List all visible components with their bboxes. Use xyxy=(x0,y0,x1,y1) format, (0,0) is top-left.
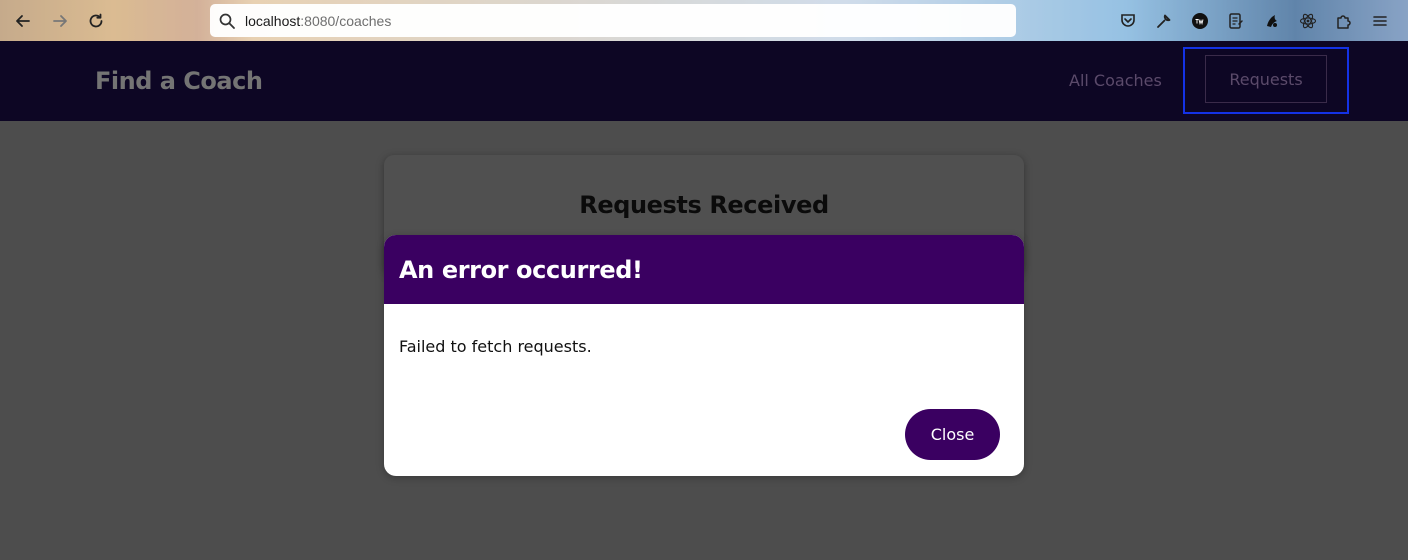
extension-toolbar xyxy=(1110,8,1398,34)
paw-extension-icon[interactable] xyxy=(1254,8,1290,34)
app-header: Find a Coach All Coaches Requests xyxy=(0,41,1408,121)
back-icon[interactable] xyxy=(10,8,36,34)
url-text: localhost:8080/coaches xyxy=(245,13,391,29)
browser-toolbar: localhost:8080/coaches xyxy=(0,0,1408,41)
react-devtools-icon[interactable] xyxy=(1290,8,1326,34)
wrench-icon[interactable] xyxy=(1146,8,1182,34)
close-button[interactable]: Close xyxy=(905,409,1000,460)
url-host: localhost xyxy=(245,12,301,29)
page-title: Requests Received xyxy=(579,191,829,219)
dialog-title: An error occurred! xyxy=(399,255,643,284)
reader-icon[interactable] xyxy=(1218,8,1254,34)
dialog-header: An error occurred! xyxy=(384,235,1024,304)
dialog-message: Failed to fetch requests. xyxy=(399,337,592,356)
address-bar[interactable]: localhost:8080/coaches xyxy=(210,4,1016,37)
nav-all-coaches[interactable]: All Coaches xyxy=(1069,61,1162,101)
twd-extension-icon[interactable] xyxy=(1182,8,1218,34)
puzzle-icon[interactable] xyxy=(1326,8,1362,34)
url-path: :8080/coaches xyxy=(300,12,392,29)
reload-icon[interactable] xyxy=(83,8,109,34)
error-dialog: An error occurred! Failed to fetch reque… xyxy=(384,235,1024,476)
search-icon xyxy=(219,13,235,29)
pocket-icon[interactable] xyxy=(1110,8,1146,34)
hamburger-menu-icon[interactable] xyxy=(1362,8,1398,34)
brand-title[interactable]: Find a Coach xyxy=(95,61,263,101)
nav-requests-button[interactable]: Requests xyxy=(1205,55,1327,103)
forward-icon[interactable] xyxy=(47,8,73,34)
